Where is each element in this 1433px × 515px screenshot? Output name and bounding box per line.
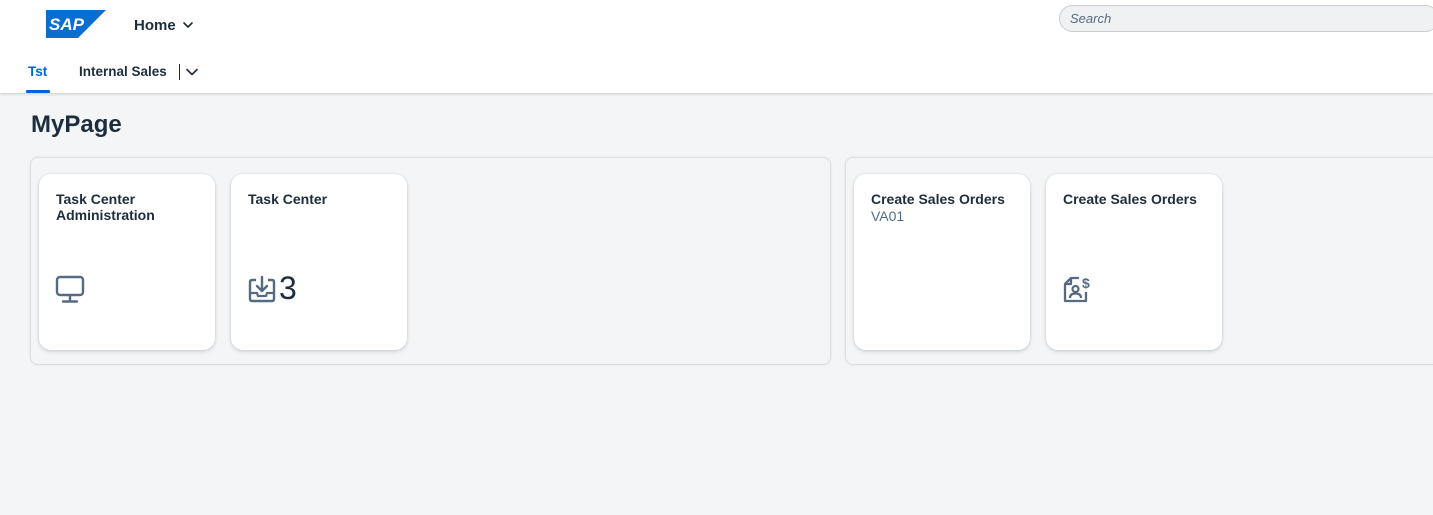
tab-separator — [179, 64, 180, 80]
tile-create-sales-orders[interactable]: Create Sales Orders $ — [1046, 174, 1222, 350]
shell-bar: SAP Home Tst Internal Sales — [0, 0, 1433, 93]
tile-count: 3 — [279, 270, 297, 306]
tab-tst[interactable]: Tst — [28, 64, 47, 79]
tile-title: Task Center — [248, 191, 328, 207]
home-menu-button[interactable]: Home — [134, 15, 194, 35]
chevron-down-icon[interactable] — [185, 65, 199, 79]
tile-task-center-administration[interactable]: Task Center Administration — [39, 174, 215, 350]
tile-title: Create Sales Orders — [1063, 191, 1197, 207]
tab-internal-sales[interactable]: Internal Sales — [79, 64, 167, 79]
sap-logo-text: SAP — [49, 15, 85, 34]
sales-document-icon: $ — [1063, 275, 1090, 303]
tile-title: Create Sales Orders — [871, 191, 1005, 207]
tile-create-sales-orders-va01[interactable]: Create Sales Orders VA01 — [854, 174, 1030, 350]
search-input[interactable] — [1059, 5, 1433, 32]
svg-text:$: $ — [1082, 275, 1090, 291]
tile-subtitle: VA01 — [871, 208, 905, 224]
active-tab-indicator — [26, 90, 50, 93]
sap-logo[interactable]: SAP — [46, 10, 106, 38]
chevron-down-icon — [182, 22, 193, 28]
inbox-download-icon — [248, 275, 276, 303]
tile-title: Task Center Administration — [56, 191, 155, 223]
monitor-icon — [55, 275, 85, 303]
tile-task-center[interactable]: Task Center 3 — [231, 174, 407, 350]
page-title: MyPage — [31, 111, 122, 138]
home-menu-label: Home — [134, 16, 176, 34]
